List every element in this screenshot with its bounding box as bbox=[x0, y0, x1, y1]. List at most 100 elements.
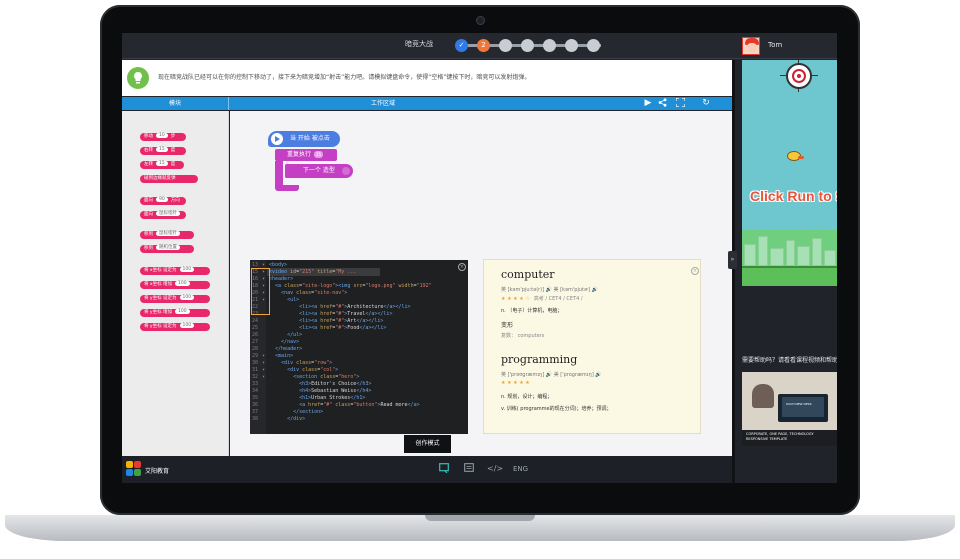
code-line[interactable]: 25 <li><a href="#">Food</a></li> bbox=[252, 325, 386, 332]
code-line[interactable]: 29 ▾ <main> bbox=[252, 353, 293, 360]
code-line[interactable]: 23 <li><a href="#">Travel</a></li> bbox=[252, 311, 392, 318]
code-line[interactable]: 38 </div> bbox=[252, 416, 305, 423]
code-view-icon[interactable]: </> bbox=[487, 463, 503, 475]
palette-block[interactable]: 面向 90 方向 bbox=[140, 197, 186, 205]
palette-block-input[interactable]: 鼠标指针 bbox=[156, 231, 180, 236]
palette-block-input[interactable]: 100 bbox=[175, 309, 190, 314]
palette-block-input[interactable]: 鼠标指针 bbox=[156, 211, 180, 216]
language-toggle[interactable]: ENG bbox=[513, 465, 528, 473]
blocks-view-icon[interactable] bbox=[438, 463, 450, 475]
palette-block[interactable]: 移到 随机位置 bbox=[140, 245, 194, 253]
word-phonetic[interactable]: 英 [kəm'pjuːtə(r)] 🔊 美 [kəm'pjutɚ] 🔊 bbox=[501, 286, 598, 293]
palette-block-input[interactable]: 10 bbox=[156, 133, 168, 138]
palette-block-input[interactable]: 100 bbox=[175, 281, 190, 286]
palette-block[interactable]: 右转 15 度 bbox=[140, 147, 186, 155]
level-title: 暗竞大战 bbox=[405, 40, 433, 48]
bird-sprite bbox=[787, 151, 804, 161]
progress-step-7[interactable] bbox=[587, 39, 600, 52]
palette-block-input[interactable]: 随机位置 bbox=[156, 245, 180, 250]
start-banner[interactable]: Click Run to Start bbox=[750, 188, 837, 204]
close-icon[interactable]: × bbox=[691, 267, 699, 275]
fullscreen-icon[interactable] bbox=[674, 97, 686, 109]
palette-block[interactable]: 将 y坐标 增加 100 bbox=[140, 309, 210, 317]
hat-block-label: 当 开始 被点击 bbox=[290, 135, 330, 142]
line-number: 28 bbox=[252, 346, 259, 352]
palette-block-input[interactable]: 100 bbox=[179, 295, 195, 300]
laptop-notch bbox=[425, 515, 535, 521]
palette-block[interactable]: 将 x坐标 增加 100 bbox=[140, 281, 210, 289]
code-line[interactable]: 28 </header> bbox=[252, 346, 302, 353]
progress-step-2[interactable]: 2 bbox=[477, 39, 490, 52]
help-video[interactable]: SUCH NEW DESK CORPORATE, ONE PAGE, TECHN… bbox=[742, 372, 837, 446]
code-line[interactable]: 30 ▾ <div class="row"> bbox=[252, 360, 332, 367]
code-line[interactable]: 33 <h3>Editor's Choice</h3> bbox=[252, 381, 371, 388]
panel-divider bbox=[732, 60, 735, 483]
repeat-forever-block[interactable]: 重复执行 25 bbox=[275, 149, 337, 161]
line-number: 27 bbox=[252, 339, 259, 345]
palette-block-label: 左转 bbox=[144, 162, 153, 167]
fold-toggle-icon[interactable]: ▾ bbox=[262, 353, 269, 360]
when-start-clicked-block[interactable]: 当 开始 被点击 bbox=[268, 131, 340, 147]
level-progress: ✓ 2 bbox=[455, 39, 605, 52]
code-text: </div> bbox=[287, 416, 306, 422]
close-icon[interactable]: × bbox=[458, 263, 466, 271]
word-phonetic[interactable]: 英 ['prəʊɡræmɪŋ] 🔊 美 ['proɡræmɪŋ] 🔊 bbox=[501, 371, 602, 378]
next-costume-block[interactable]: 下一个 造型 bbox=[285, 164, 353, 178]
progress-step-4[interactable] bbox=[521, 39, 534, 52]
code-line[interactable]: 37 </section> bbox=[252, 409, 323, 416]
palette-block-input[interactable]: 100 bbox=[179, 267, 195, 272]
palette-block[interactable]: 左转 15 度 bbox=[140, 161, 184, 169]
collapse-panel-icon[interactable]: » bbox=[728, 251, 737, 269]
palette-block-input[interactable]: 100 bbox=[179, 323, 195, 328]
palette-block[interactable]: 面向 鼠标指针 bbox=[140, 211, 186, 219]
code-line[interactable]: 18 ▾ <a class="site-logo"><img src="logo.… bbox=[252, 283, 432, 290]
palette-block[interactable]: 移到 鼠标指针 bbox=[140, 231, 194, 239]
code-line[interactable]: 31 ▾ <div class="col"> bbox=[252, 367, 338, 374]
progress-step-5[interactable] bbox=[543, 39, 556, 52]
code-line[interactable]: 34 <h4>Sebastian Weiss</h4> bbox=[252, 388, 371, 395]
palette-block-input[interactable]: 90 bbox=[156, 197, 168, 202]
code-line[interactable]: 36 <a href="#" class="button">Read more<… bbox=[252, 402, 420, 409]
fold-toggle-icon[interactable]: ▾ bbox=[262, 360, 269, 367]
video-person bbox=[752, 384, 774, 408]
fold-toggle-icon[interactable]: ▾ bbox=[262, 367, 269, 374]
code-text: <div class="row"> bbox=[281, 360, 333, 366]
palette-block[interactable]: 将 y坐标 设定为 100 bbox=[140, 295, 210, 303]
palette-block-input[interactable]: 15 bbox=[156, 161, 168, 166]
palette-block[interactable]: 移动 10 步 bbox=[140, 133, 186, 141]
code-line[interactable]: 24 <li><a href="#">Art</a></li> bbox=[252, 318, 383, 325]
repeat-count[interactable]: 25 bbox=[314, 151, 324, 158]
progress-step-3[interactable] bbox=[499, 39, 512, 52]
code-line[interactable]: 27 </nav> bbox=[252, 339, 299, 346]
code-text: </nav> bbox=[281, 339, 300, 345]
code-line[interactable]: 35 <h1>Urban Strokes</h1> bbox=[252, 395, 365, 402]
palette-block[interactable]: 将 x坐标 设定为 100 bbox=[140, 267, 210, 275]
create-mode-button[interactable]: 创作模式 bbox=[404, 435, 451, 453]
avatar[interactable] bbox=[742, 37, 760, 55]
user-name[interactable]: Tom bbox=[768, 41, 782, 49]
fold-toggle-icon[interactable]: ▾ bbox=[262, 374, 269, 381]
palette-block[interactable]: 将 y坐标 设定为 100 bbox=[140, 323, 210, 331]
app-screen: 暗竞大战 ✓ 2 Tom 现在暗竞战队已经可以在你的控制下移动了，接下来为暗竞增… bbox=[122, 33, 837, 483]
progress-step-1[interactable]: ✓ bbox=[455, 39, 468, 52]
code-text: </header> bbox=[275, 346, 303, 352]
progress-step-6[interactable] bbox=[565, 39, 578, 52]
game-stage[interactable]: Click Run to Start bbox=[742, 60, 837, 286]
palette-block[interactable]: 碰到边缘就反弹 bbox=[140, 175, 198, 183]
run-icon[interactable]: ▶ bbox=[642, 98, 654, 109]
code-text: <main> bbox=[275, 353, 294, 359]
stage-ground bbox=[742, 266, 837, 286]
dropdown-icon[interactable] bbox=[342, 167, 350, 175]
code-line[interactable]: 22 <li><a href="#">Architecture</a></li> bbox=[252, 304, 411, 311]
palette-block-unit: 度 bbox=[170, 148, 176, 153]
repeat-block-arm bbox=[275, 161, 283, 187]
code-line[interactable]: 26 </ul> bbox=[252, 332, 302, 339]
text-view-icon[interactable] bbox=[463, 463, 475, 475]
share-icon[interactable] bbox=[656, 98, 668, 109]
code-text: <video id="215" title="My ... bbox=[269, 269, 357, 275]
code-line[interactable]: 32 ▾ <section class="hero"> bbox=[252, 374, 359, 381]
code-panel[interactable]: 13 ▾ <body> 15 ▾ <video id="215" title="My ..… bbox=[250, 260, 468, 434]
reset-icon[interactable]: ↻ bbox=[700, 98, 712, 109]
palette-block-input[interactable]: 15 bbox=[156, 147, 168, 152]
code-text: <li><a href="#">Food</a></li> bbox=[299, 325, 387, 331]
